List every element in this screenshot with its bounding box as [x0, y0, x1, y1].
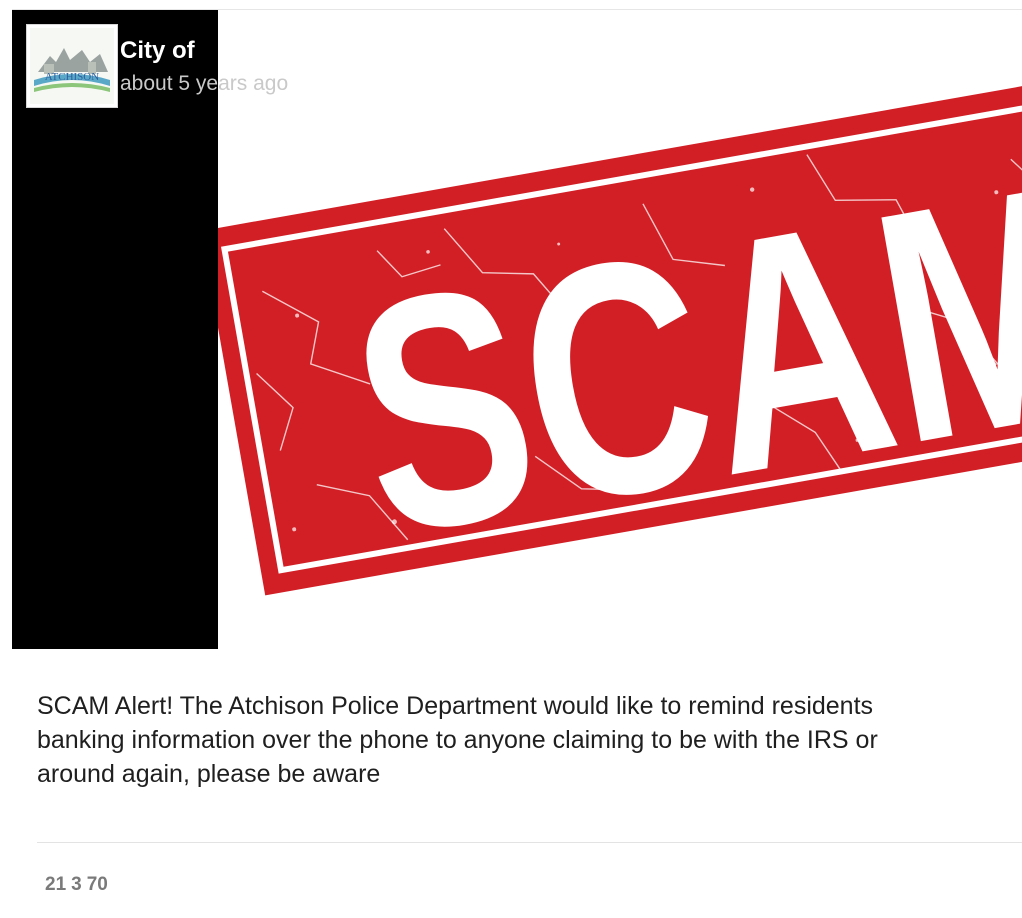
- reaction-count-1[interactable]: 21: [45, 874, 66, 895]
- post-body: SCAM Alert! The Atchison Police Departme…: [37, 689, 1022, 791]
- city-of-atchison-logo-icon: ATCHISON: [30, 28, 114, 104]
- post-text-line: around again, please be aware: [37, 760, 381, 788]
- scam-stamp-text: SCAM: [330, 113, 1022, 605]
- post-header: ATCHISON City of about 5 years ago: [26, 24, 626, 110]
- avatar-logo-text: ATCHISON: [45, 71, 99, 83]
- post-divider: [37, 842, 1022, 843]
- reaction-counts: 21 3 70: [45, 874, 113, 896]
- reaction-count-3[interactable]: 70: [87, 874, 108, 895]
- avatar[interactable]: ATCHISON: [26, 24, 118, 108]
- author-name[interactable]: City of: [120, 37, 195, 65]
- post-text-line: SCAM Alert! The Atchison Police Departme…: [37, 692, 874, 720]
- post-text-line: banking information over the phone to an…: [37, 726, 878, 754]
- reaction-count-2[interactable]: 3: [71, 874, 82, 895]
- post-timestamp[interactable]: about 5 years ago: [120, 71, 288, 97]
